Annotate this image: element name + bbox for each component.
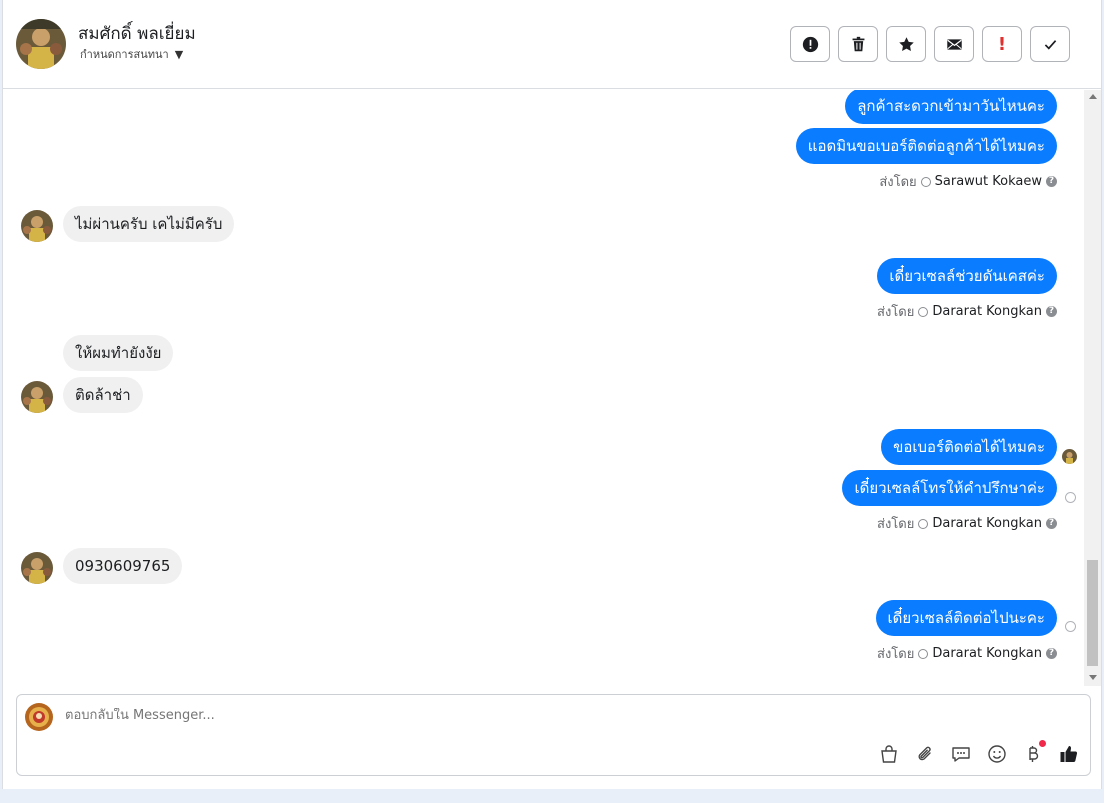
- sent-by-label: ส่งโดย Sarawut Kokaew ?: [879, 171, 1057, 192]
- caret-down-icon: ▼: [174, 47, 184, 61]
- check-icon: [1044, 39, 1056, 50]
- page-avatar: [25, 703, 53, 731]
- incoming-message: 0930609765: [63, 548, 183, 584]
- outgoing-message: เดี๋ยวเซลล์ช่วยดันเคสค่ะ: [877, 258, 1057, 294]
- trash-icon: [852, 36, 864, 51]
- mail-icon: [946, 38, 962, 50]
- outgoing-message: ลูกค้าสะดวกเข้ามาวันไหนคะ: [845, 90, 1057, 124]
- incoming-message: ไม่ผ่านครับ เคไม่มีครับ: [63, 206, 235, 242]
- shopping-bag-icon: [881, 745, 897, 763]
- avatar[interactable]: [16, 19, 66, 69]
- contact-name[interactable]: สมศักดิ์ พลเยี่ยม: [78, 20, 196, 47]
- seen-avatar: [1062, 449, 1077, 464]
- avatar[interactable]: [21, 552, 53, 584]
- message-thread[interactable]: ลูกค้าสะดวกเข้ามาวันไหนคะ แอดมินขอเบอร์ต…: [3, 90, 1087, 686]
- composer-toolbar: [878, 740, 1080, 765]
- sent-by-label: ส่งโดย Dararat Kongkan ?: [877, 513, 1057, 534]
- report-spam-button[interactable]: !: [982, 26, 1022, 62]
- sent-by-text: ส่งโดย: [877, 517, 915, 532]
- reply-input[interactable]: [65, 708, 665, 723]
- sent-by-label: ส่งโดย Dararat Kongkan ?: [877, 643, 1057, 664]
- scroll-thumb[interactable]: [1087, 560, 1098, 666]
- sent-status-icon: [1065, 621, 1076, 632]
- thumbs-up-icon: [1060, 746, 1078, 763]
- notification-dot: [1039, 740, 1046, 747]
- scroll-up-arrow[interactable]: [1089, 94, 1097, 99]
- incoming-message: ให้ผมทำยังงัย: [63, 335, 174, 371]
- message-scrollbar[interactable]: [1084, 90, 1101, 686]
- important-icon: [802, 36, 818, 52]
- payment-button[interactable]: [1022, 740, 1046, 765]
- sender-name[interactable]: Dararat Kongkan: [932, 304, 1042, 319]
- outgoing-message: ขอเบอร์ติดต่อได้ไหมคะ: [881, 429, 1057, 465]
- sender-name[interactable]: Sarawut Kokaew: [935, 174, 1042, 189]
- verified-icon: [918, 306, 929, 317]
- conversation-header: สมศักดิ์ พลเยี่ยม กำหนดการสนทนา ▼ !: [3, 0, 1101, 89]
- assignment-label: กำหนดการสนทนา: [80, 48, 169, 61]
- outgoing-message: เดี๋ยวเซลล์ติดต่อไปนะคะ: [875, 600, 1057, 636]
- attach-button[interactable]: [914, 743, 936, 765]
- help-icon[interactable]: ?: [1046, 648, 1057, 659]
- emoji-button[interactable]: [986, 743, 1008, 765]
- verified-icon: [920, 176, 931, 187]
- sender-name[interactable]: Dararat Kongkan: [932, 646, 1042, 661]
- avatar[interactable]: [21, 210, 53, 242]
- sender-name[interactable]: Dararat Kongkan: [932, 516, 1042, 531]
- delete-button[interactable]: [838, 26, 878, 62]
- like-button[interactable]: [1058, 743, 1080, 765]
- saved-replies-button[interactable]: [950, 743, 972, 765]
- mark-important-button[interactable]: [790, 26, 830, 62]
- reply-composer: [16, 694, 1091, 776]
- conversation-panel: สมศักดิ์ พลเยี่ยม กำหนดการสนทนา ▼ ! ลูกค…: [2, 0, 1102, 789]
- baht-icon: [1029, 746, 1039, 762]
- verified-icon: [918, 518, 929, 529]
- avatar[interactable]: [21, 381, 53, 413]
- sent-by-label: ส่งโดย Dararat Kongkan ?: [877, 301, 1057, 322]
- paperclip-icon: [918, 746, 931, 761]
- verified-icon: [918, 648, 929, 659]
- help-icon[interactable]: ?: [1046, 306, 1057, 317]
- saved-reply-icon: [952, 747, 970, 762]
- star-icon: [898, 36, 914, 51]
- mark-done-button[interactable]: [1030, 26, 1070, 62]
- sent-by-text: ส่งโดย: [877, 647, 915, 662]
- shop-button[interactable]: [878, 743, 900, 765]
- header-actions: !: [790, 26, 1070, 62]
- incoming-message: ติดล้าช่า: [63, 377, 143, 413]
- conversation-assignment[interactable]: กำหนดการสนทนา ▼: [80, 45, 183, 63]
- sent-by-text: ส่งโดย: [879, 175, 917, 190]
- emoji-icon: [988, 745, 1006, 763]
- mark-unread-button[interactable]: [934, 26, 974, 62]
- outgoing-message: แอดมินขอเบอร์ติดต่อลูกค้าได้ไหมคะ: [795, 128, 1057, 164]
- outgoing-message: เดี๋ยวเซลล์โทรให้คำปรึกษาค่ะ: [842, 470, 1057, 506]
- scroll-down-arrow[interactable]: [1089, 675, 1097, 680]
- sent-by-text: ส่งโดย: [877, 305, 915, 320]
- star-button[interactable]: [886, 26, 926, 62]
- help-icon[interactable]: ?: [1046, 518, 1057, 529]
- help-icon[interactable]: ?: [1046, 176, 1057, 187]
- exclamation-icon: !: [997, 33, 1007, 55]
- sent-status-icon: [1065, 492, 1076, 503]
